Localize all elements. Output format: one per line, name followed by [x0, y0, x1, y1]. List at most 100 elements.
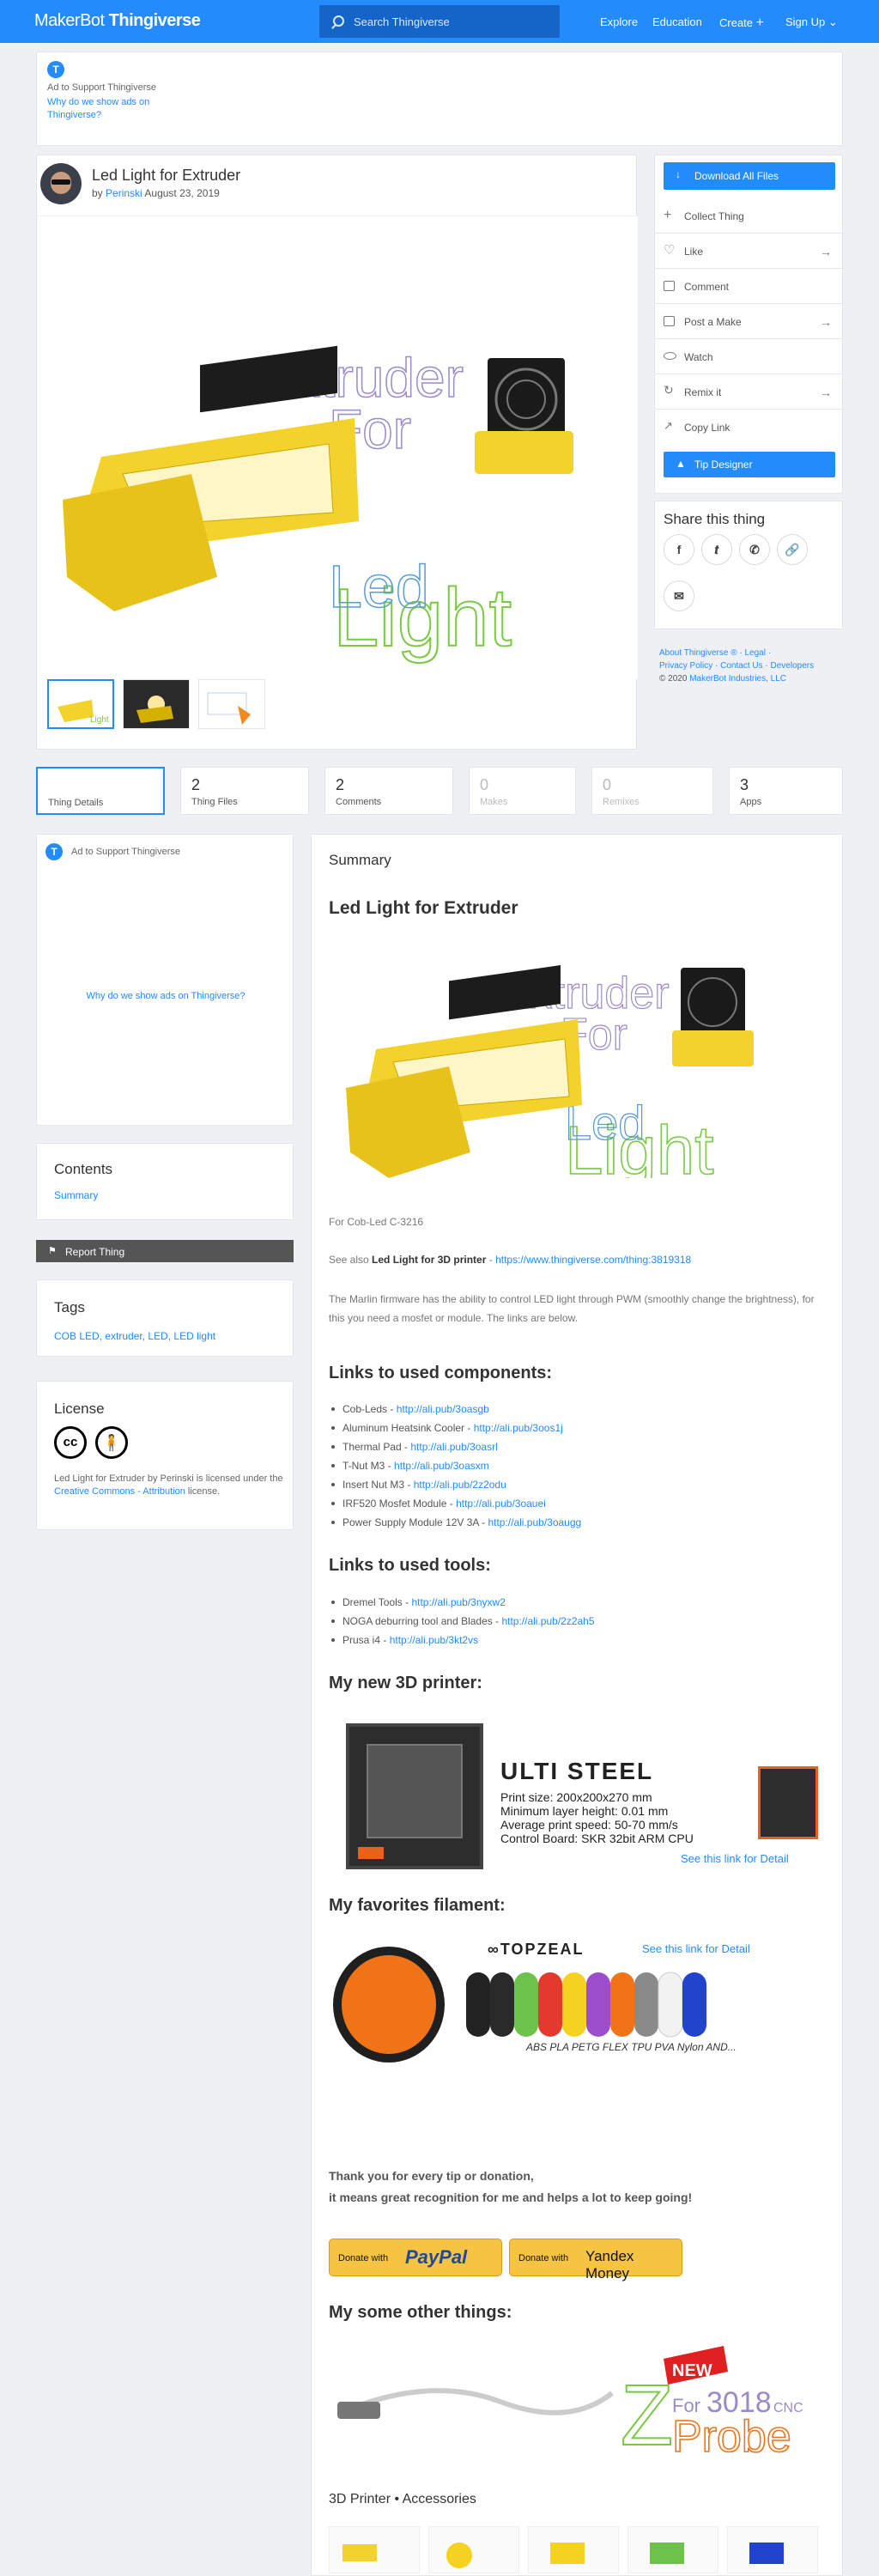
whatsapp-icon[interactable]: ✆ — [739, 534, 770, 565]
about-link[interactable]: About Thingiverse ® — [659, 648, 737, 658]
tool-link[interactable]: http://ali.pub/3nyxw2 — [411, 1596, 505, 1608]
svg-text:Light: Light — [90, 715, 109, 725]
z-probe-image: Z NEW For 3018 CNC Probe — [337, 2346, 803, 2464]
probe-text: Probe — [672, 2412, 791, 2462]
tab-thing-files[interactable]: 2 Thing Files — [180, 767, 309, 815]
remix-label: Remix it — [684, 386, 722, 398]
left-ad-why-link[interactable]: Why do we show ads on Thingiverse? — [37, 991, 294, 1001]
tab-count: 2 — [191, 776, 201, 793]
twitter-icon[interactable]: 𝒕 — [701, 534, 732, 565]
component-link[interactable]: http://ali.pub/3oasgb — [397, 1403, 489, 1415]
left-ad-label: Ad to Support Thingiverse — [71, 847, 180, 857]
collect-button[interactable]: + Collect Thing — [655, 198, 844, 234]
summary-content: Summary Led Light for Extruder Extruder … — [311, 834, 843, 2576]
tab-comments[interactable]: 2 Comments — [324, 767, 453, 815]
makerbot-logo[interactable]: MakerBot Thingiverse — [34, 11, 201, 31]
plus-icon: + — [664, 208, 672, 222]
company-link[interactable]: MakerBot Industries, LLC — [689, 674, 786, 683]
related-thumb[interactable] — [627, 2526, 718, 2573]
tab-count: 0 — [480, 776, 489, 793]
tab-apps[interactable]: 3 Apps — [729, 767, 843, 815]
remix-button[interactable]: ↻ Remix it → — [655, 374, 844, 410]
author-link[interactable]: Perinski — [106, 187, 142, 199]
license-title: License — [54, 1400, 105, 1417]
yellow-mount-shape — [475, 431, 573, 474]
comment-label: Comment — [684, 281, 730, 293]
thumbnail-3[interactable] — [198, 679, 265, 729]
download-all-button[interactable]: ↓ Download All Files — [664, 162, 835, 190]
main-thing-image[interactable]: Extruder For Light Led — [37, 216, 638, 679]
svg-text:Z: Z — [621, 2367, 673, 2462]
contact-link[interactable]: Contact Us — [720, 661, 762, 671]
see-also-bold: Led Light for 3D printer — [372, 1254, 487, 1266]
tags-list[interactable]: COB LED, extruder, LED, LED light — [54, 1330, 215, 1342]
component-link[interactable]: http://ali.pub/3oauei — [456, 1498, 546, 1510]
infinity-icon: ∞ — [488, 1941, 500, 1958]
thumbnail-1[interactable]: Light — [47, 679, 114, 729]
like-button[interactable]: ♡ Like → — [655, 234, 844, 269]
related-thumb[interactable] — [528, 2526, 619, 2573]
nav-education[interactable]: Education — [652, 15, 702, 28]
z-probe-banner[interactable]: Z NEW For 3018 CNC Probe — [329, 2342, 809, 2464]
nav-explore[interactable]: Explore — [600, 15, 638, 28]
search-placeholder: Search Thingiverse — [354, 15, 450, 28]
orange-spool-image — [333, 1947, 445, 2063]
component-link[interactable]: http://ali.pub/3oaugg — [488, 1516, 581, 1528]
printer-detail-link[interactable]: See this link for Detail — [681, 1852, 789, 1865]
mail-icon[interactable]: ✉ — [664, 580, 694, 611]
privacy-link[interactable]: Privacy Policy — [659, 661, 712, 671]
ad-why-link[interactable]: Why do we show ads on Thingiverse? — [47, 96, 159, 122]
printer-banner[interactable]: ULTI STEEL Print size: 200x200x270 mm Mi… — [329, 1715, 827, 1878]
filament-detail-link[interactable]: See this link for Detail — [642, 1942, 750, 1955]
ad-label: Ad to Support Thingiverse — [47, 82, 156, 93]
yandex-logo-text: Yandex Money — [585, 2248, 634, 2281]
avatar[interactable] — [40, 163, 82, 204]
facebook-icon[interactable]: f — [664, 534, 694, 565]
tool-link[interactable]: http://ali.pub/2z2ah5 — [501, 1615, 594, 1627]
watch-button[interactable]: Watch — [655, 339, 844, 374]
search-input[interactable]: Search Thingiverse — [319, 5, 560, 38]
donate-paypal-button[interactable]: Donate with PayPal — [329, 2239, 502, 2276]
thanks-line1: Thank you for every tip or donation, — [329, 2169, 534, 2183]
arrow-right-icon: → — [820, 315, 832, 329]
tab-remixes[interactable]: 0 Remixes — [591, 767, 713, 815]
see-also-link[interactable]: https://www.thingiverse.com/thing:381931… — [495, 1254, 691, 1266]
license-link[interactable]: Creative Commons - Attribution — [54, 1486, 185, 1497]
download-icon: ↓ — [676, 168, 681, 180]
tab-makes[interactable]: 0 Makes — [469, 767, 576, 815]
nav-create[interactable]: Create + — [719, 15, 764, 31]
by-label: by — [92, 187, 103, 199]
comment-button[interactable]: Comment — [655, 269, 844, 304]
report-thing-button[interactable]: ⚑ Report Thing — [36, 1240, 294, 1262]
summary-heading: Led Light for Extruder — [329, 898, 518, 918]
tip-designer-button[interactable]: ▲ Tip Designer — [664, 452, 835, 477]
component-link[interactable]: http://ali.pub/2z2odu — [414, 1479, 506, 1491]
related-thumb[interactable] — [428, 2526, 519, 2573]
summary-image: Extruder For Light Led — [346, 965, 754, 1178]
copy-link-button[interactable]: ↗ Copy Link — [655, 410, 844, 445]
printer-thumb-image — [758, 1766, 818, 1839]
filament-brand: TOPZEAL — [500, 1941, 585, 1958]
tab-thing-details[interactable]: Thing Details — [36, 767, 165, 815]
component-link[interactable]: http://ali.pub/3oasrl — [410, 1441, 497, 1453]
img-text-led: Led — [329, 553, 429, 620]
list-item: Aluminum Heatsink Cooler - http://ali.pu… — [329, 1422, 581, 1441]
tool-link[interactable]: http://ali.pub/3kt2vs — [390, 1634, 478, 1646]
legal-link[interactable]: Legal — [744, 648, 765, 658]
nav-signup[interactable]: Sign Up ⌄ — [785, 15, 838, 29]
link-icon[interactable]: 🔗 — [777, 534, 808, 565]
developers-link[interactable]: Developers — [771, 661, 815, 671]
component-link[interactable]: http://ali.pub/3oasxm — [394, 1460, 489, 1472]
donate-yandex-button[interactable]: Donate with Yandex Money — [509, 2239, 682, 2281]
thumbnail-2[interactable] — [123, 679, 190, 729]
related-thumb[interactable] — [727, 2526, 818, 2573]
spec-line: Print size: 200x200x270 mm — [500, 1790, 652, 1804]
tab-label: Thing Files — [191, 797, 238, 807]
share-panel: Share this thing f 𝒕 ✆ 🔗 ✉ — [654, 501, 843, 629]
post-make-button[interactable]: Post a Make → — [655, 304, 844, 339]
related-thumb[interactable] — [329, 2526, 420, 2573]
contents-summary-link[interactable]: Summary — [54, 1189, 98, 1201]
top-header: MakerBot Thingiverse Search Thingiverse … — [0, 0, 879, 43]
filament-banner[interactable]: ∞TOPZEAL See this link for Detail ABS PL… — [329, 1934, 809, 2071]
component-link[interactable]: http://ali.pub/3oos1j — [474, 1422, 563, 1434]
